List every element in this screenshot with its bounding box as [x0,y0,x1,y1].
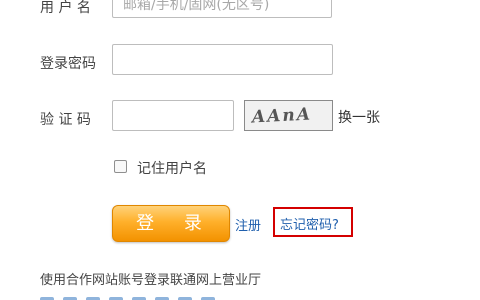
remember-checkbox[interactable] [114,160,127,173]
captcha-image[interactable]: AAnA [244,100,333,131]
partner-icons-row [40,294,360,300]
captcha-label: 验 证 码 [40,112,91,128]
username-input[interactable]: 邮箱/手机/固网(无区号) [112,0,332,18]
captcha-text: AAnA [251,104,313,128]
forgot-password-link[interactable]: 忘记密码? [280,214,339,233]
login-button[interactable]: 登 录 [112,205,230,242]
captcha-input[interactable] [112,100,234,131]
remember-label: 记住用户名 [137,161,207,177]
password-label: 登录密码 [40,56,96,72]
register-link[interactable]: 注册 [235,215,261,234]
partner-login-text: 使用合作网站账号登录联通网上营业厅 [40,273,262,288]
username-label: 用 户 名 [40,0,91,16]
refresh-captcha-link[interactable]: 换一张 [338,107,380,127]
username-placeholder: 邮箱/手机/固网(无区号) [123,0,270,13]
password-input[interactable] [112,44,333,75]
